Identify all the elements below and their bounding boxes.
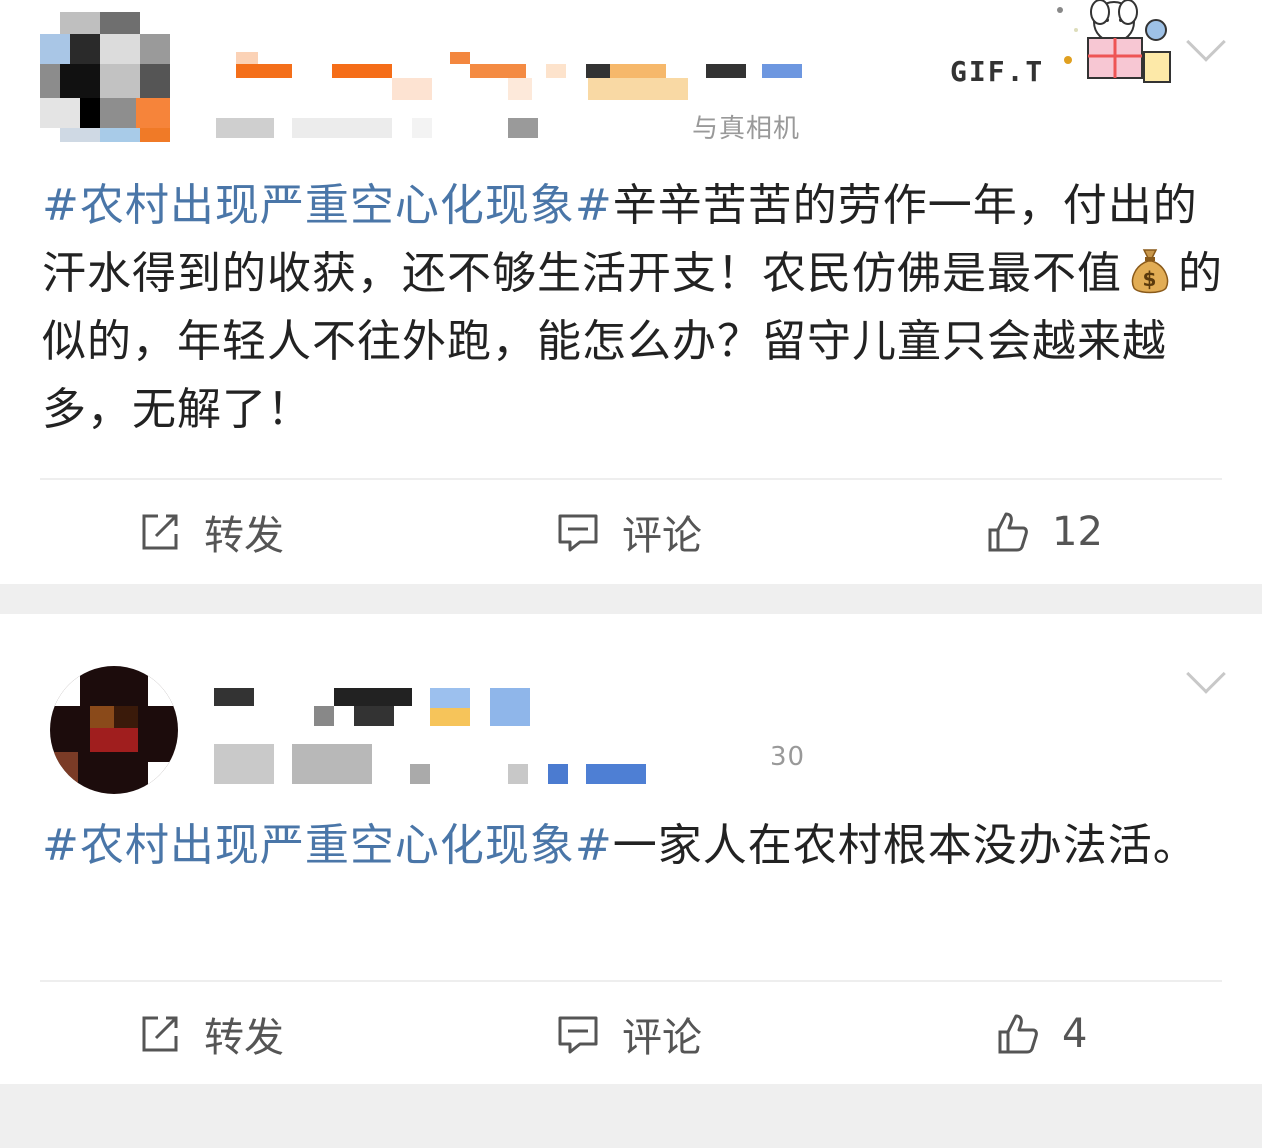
chevron-down-icon[interactable] [1186,22,1226,62]
post-text: #农村出现严重空心化现象#一家人在农村根本没办法活。 [42,812,1224,880]
hashtag-link[interactable]: #农村出现严重空心化现象# [42,180,613,231]
comment-label: 评论 [622,513,702,559]
repost-label: 转发 [204,513,284,559]
post-text-body: 一家人在农村根本没办法活。 [612,820,1198,871]
post-meta-blurred [214,744,654,784]
post-card[interactable]: 与真相机 GIF.T #农村出现严重空心化现象#辛辛苦苦的劳作一年，付出的汗水得… [0,0,1262,584]
repost-button[interactable]: 转发 [138,982,284,1086]
repost-icon [142,1016,178,1052]
comment-label: 评论 [622,1015,702,1061]
post-card[interactable]: 30 #农村出现严重空心化现象#一家人在农村根本没办法活。 转发 评论 4 [0,614,1262,1084]
gift-badge[interactable]: GIF.T [938,0,1178,96]
action-bar: 转发 评论 4 [0,982,1262,1086]
username-blurred[interactable] [236,52,806,102]
like-count: 12 [1052,509,1103,555]
hashtag-link[interactable]: #农村出现严重空心化现象# [42,820,613,871]
post-source: 与真相机 [692,114,801,144]
post-meta-blurred [216,118,538,138]
avatar[interactable] [40,12,170,142]
like-button[interactable]: 4 [996,982,1087,1086]
chevron-down-icon[interactable] [1186,654,1226,694]
comment-button[interactable]: 评论 [556,480,702,584]
comment-icon [558,514,598,552]
thumbs-up-icon [988,512,1028,552]
like-count: 4 [1062,1011,1088,1057]
thumbs-up-icon [998,1014,1038,1054]
like-button[interactable]: 12 [986,480,1103,584]
post-text: #农村出现严重空心化现象#辛辛苦苦的劳作一年，付出的汗水得到的收获，还不够生活开… [42,172,1224,444]
post-source: 30 [770,742,806,772]
svg-text:$: $ [1143,267,1158,291]
gift-label: GIF.T [950,55,1045,88]
money-bag-icon: $ [1131,249,1169,294]
avatar[interactable] [50,666,178,794]
repost-label: 转发 [204,1015,284,1061]
repost-button[interactable]: 转发 [138,480,284,584]
comment-button[interactable]: 评论 [556,982,702,1086]
username-blurred[interactable] [214,688,534,728]
comment-icon [558,1016,598,1054]
action-bar: 转发 评论 12 [0,480,1262,584]
repost-icon [142,514,178,550]
